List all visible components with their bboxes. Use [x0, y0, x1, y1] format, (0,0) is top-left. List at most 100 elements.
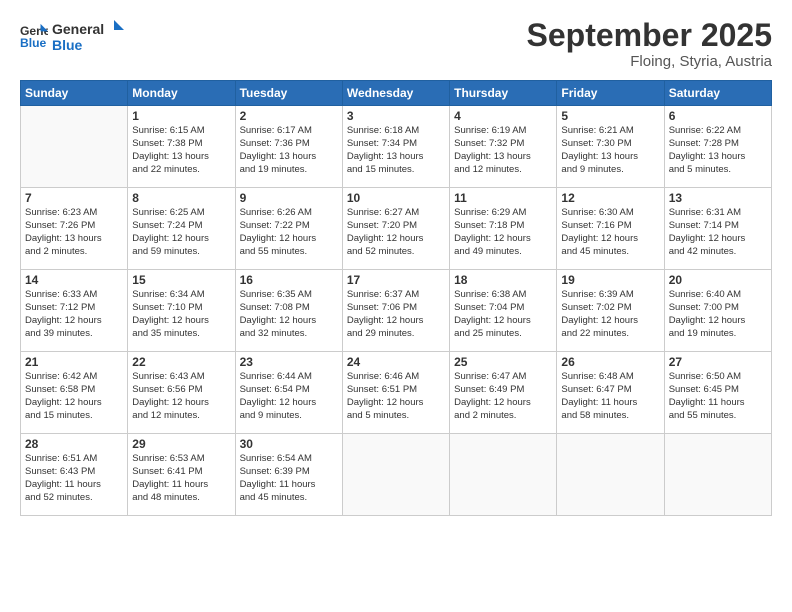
table-row: 17 Sunrise: 6:37 AM Sunset: 7:06 PM Dayli…	[342, 270, 449, 352]
day-info: Sunrise: 6:46 AM Sunset: 6:51 PM Dayligh…	[347, 371, 445, 422]
day-info: Sunrise: 6:30 AM Sunset: 7:16 PM Dayligh…	[561, 207, 659, 258]
day-info: Sunrise: 6:42 AM Sunset: 6:58 PM Dayligh…	[25, 371, 123, 422]
day-number: 6	[669, 109, 767, 123]
table-row: 6 Sunrise: 6:22 AM Sunset: 7:28 PM Daylig…	[664, 106, 771, 188]
day-info: Sunrise: 6:22 AM Sunset: 7:28 PM Dayligh…	[669, 125, 767, 176]
table-row: 7 Sunrise: 6:23 AM Sunset: 7:26 PM Daylig…	[21, 188, 128, 270]
day-number: 2	[240, 109, 338, 123]
day-number: 17	[347, 273, 445, 287]
table-row: 21 Sunrise: 6:42 AM Sunset: 6:58 PM Dayli…	[21, 352, 128, 434]
day-number: 20	[669, 273, 767, 287]
day-number: 3	[347, 109, 445, 123]
table-row: 14Sunrise: 6:33 AM Sunset: 7:12 PM Dayli…	[21, 270, 128, 352]
header-tuesday: Tuesday	[235, 81, 342, 106]
day-info: Sunrise: 6:37 AM Sunset: 7:06 PM Dayligh…	[347, 289, 445, 340]
day-info: Sunrise: 6:29 AM Sunset: 7:18 PM Dayligh…	[454, 207, 552, 258]
table-row: 9Sunrise: 6:26 AM Sunset: 7:22 PM Daylig…	[235, 188, 342, 270]
day-number: 28	[25, 437, 123, 451]
table-row: 26Sunrise: 6:48 AM Sunset: 6:47 PM Dayli…	[557, 352, 664, 434]
logo: General Blue General Blue	[20, 18, 132, 54]
day-info: Sunrise: 6:35 AM Sunset: 7:08 PM Dayligh…	[240, 289, 338, 340]
svg-text:General: General	[52, 21, 104, 37]
title-block: September 2025 Floing, Styria, Austria	[527, 18, 772, 70]
calendar-table: Sunday Monday Tuesday Wednesday Thursday…	[20, 80, 772, 516]
logo-icon: General Blue	[20, 22, 48, 50]
day-number: 21	[25, 355, 123, 369]
table-row: 4 Sunrise: 6:19 AM Sunset: 7:32 PM Daylig…	[450, 106, 557, 188]
table-row: 1 Sunrise: 6:15 AM Sunset: 7:38 PM Daylig…	[128, 106, 235, 188]
table-row: 23Sunrise: 6:44 AM Sunset: 6:54 PM Dayli…	[235, 352, 342, 434]
table-row: 3 Sunrise: 6:18 AM Sunset: 7:34 PM Daylig…	[342, 106, 449, 188]
day-number: 7	[25, 191, 123, 205]
day-info: Sunrise: 6:19 AM Sunset: 7:32 PM Dayligh…	[454, 125, 552, 176]
day-info: Sunrise: 6:44 AM Sunset: 6:54 PM Dayligh…	[240, 371, 338, 422]
header-monday: Monday	[128, 81, 235, 106]
day-info: Sunrise: 6:15 AM Sunset: 7:38 PM Dayligh…	[132, 125, 230, 176]
day-info: Sunrise: 6:17 AM Sunset: 7:36 PM Dayligh…	[240, 125, 338, 176]
day-number: 4	[454, 109, 552, 123]
table-row: 19 Sunrise: 6:39 AM Sunset: 7:02 PM Dayli…	[557, 270, 664, 352]
table-row: 18 Sunrise: 6:38 AM Sunset: 7:04 PM Dayli…	[450, 270, 557, 352]
day-info: Sunrise: 6:53 AM Sunset: 6:41 PM Dayligh…	[132, 453, 230, 504]
table-row: 5 Sunrise: 6:21 AM Sunset: 7:30 PM Daylig…	[557, 106, 664, 188]
day-info: Sunrise: 6:43 AM Sunset: 6:56 PM Dayligh…	[132, 371, 230, 422]
day-number: 11	[454, 191, 552, 205]
table-row: 8Sunrise: 6:25 AM Sunset: 7:24 PM Daylig…	[128, 188, 235, 270]
header-friday: Friday	[557, 81, 664, 106]
day-number: 25	[454, 355, 552, 369]
day-number: 10	[347, 191, 445, 205]
calendar-week-row: 21 Sunrise: 6:42 AM Sunset: 6:58 PM Dayli…	[21, 352, 772, 434]
table-row: 13Sunrise: 6:31 AM Sunset: 7:14 PM Dayli…	[664, 188, 771, 270]
day-number: 13	[669, 191, 767, 205]
table-row: 20 Sunrise: 6:40 AM Sunset: 7:00 PM Dayli…	[664, 270, 771, 352]
location-title: Floing, Styria, Austria	[527, 53, 772, 70]
header: General Blue General Blue September 2025…	[20, 18, 772, 70]
day-info: Sunrise: 6:38 AM Sunset: 7:04 PM Dayligh…	[454, 289, 552, 340]
table-row: 28 Sunrise: 6:51 AM Sunset: 6:43 PM Dayli…	[21, 434, 128, 516]
calendar-week-row: 28 Sunrise: 6:51 AM Sunset: 6:43 PM Dayli…	[21, 434, 772, 516]
day-number: 30	[240, 437, 338, 451]
day-info: Sunrise: 6:26 AM Sunset: 7:22 PM Dayligh…	[240, 207, 338, 258]
day-info: Sunrise: 6:23 AM Sunset: 7:26 PM Dayligh…	[25, 207, 123, 258]
header-thursday: Thursday	[450, 81, 557, 106]
day-info: Sunrise: 6:39 AM Sunset: 7:02 PM Dayligh…	[561, 289, 659, 340]
header-saturday: Saturday	[664, 81, 771, 106]
day-info: Sunrise: 6:25 AM Sunset: 7:24 PM Dayligh…	[132, 207, 230, 258]
day-number: 16	[240, 273, 338, 287]
day-info: Sunrise: 6:47 AM Sunset: 6:49 PM Dayligh…	[454, 371, 552, 422]
day-info: Sunrise: 6:34 AM Sunset: 7:10 PM Dayligh…	[132, 289, 230, 340]
day-number: 19	[561, 273, 659, 287]
day-number: 27	[669, 355, 767, 369]
day-info: Sunrise: 6:21 AM Sunset: 7:30 PM Dayligh…	[561, 125, 659, 176]
table-row	[450, 434, 557, 516]
calendar-page: General Blue General Blue September 2025…	[0, 0, 792, 612]
table-row	[21, 106, 128, 188]
day-number: 14	[25, 273, 123, 287]
calendar-header-row: Sunday Monday Tuesday Wednesday Thursday…	[21, 81, 772, 106]
header-wednesday: Wednesday	[342, 81, 449, 106]
logo-graphic: General Blue	[52, 18, 132, 54]
day-info: Sunrise: 6:50 AM Sunset: 6:45 PM Dayligh…	[669, 371, 767, 422]
table-row: 25 Sunrise: 6:47 AM Sunset: 6:49 PM Dayli…	[450, 352, 557, 434]
table-row: 10Sunrise: 6:27 AM Sunset: 7:20 PM Dayli…	[342, 188, 449, 270]
table-row: 24Sunrise: 6:46 AM Sunset: 6:51 PM Dayli…	[342, 352, 449, 434]
calendar-week-row: 1 Sunrise: 6:15 AM Sunset: 7:38 PM Daylig…	[21, 106, 772, 188]
day-number: 15	[132, 273, 230, 287]
table-row: 15 Sunrise: 6:34 AM Sunset: 7:10 PM Dayli…	[128, 270, 235, 352]
day-number: 5	[561, 109, 659, 123]
calendar-week-row: 14Sunrise: 6:33 AM Sunset: 7:12 PM Dayli…	[21, 270, 772, 352]
table-row: 27 Sunrise: 6:50 AM Sunset: 6:45 PM Dayli…	[664, 352, 771, 434]
svg-text:Blue: Blue	[20, 36, 47, 50]
table-row: 29Sunrise: 6:53 AM Sunset: 6:41 PM Dayli…	[128, 434, 235, 516]
day-number: 22	[132, 355, 230, 369]
table-row: 11 Sunrise: 6:29 AM Sunset: 7:18 PM Dayli…	[450, 188, 557, 270]
day-info: Sunrise: 6:54 AM Sunset: 6:39 PM Dayligh…	[240, 453, 338, 504]
day-info: Sunrise: 6:48 AM Sunset: 6:47 PM Dayligh…	[561, 371, 659, 422]
day-info: Sunrise: 6:40 AM Sunset: 7:00 PM Dayligh…	[669, 289, 767, 340]
table-row: 30 Sunrise: 6:54 AM Sunset: 6:39 PM Dayli…	[235, 434, 342, 516]
day-info: Sunrise: 6:18 AM Sunset: 7:34 PM Dayligh…	[347, 125, 445, 176]
day-number: 18	[454, 273, 552, 287]
day-number: 1	[132, 109, 230, 123]
month-title: September 2025	[527, 18, 772, 53]
day-info: Sunrise: 6:51 AM Sunset: 6:43 PM Dayligh…	[25, 453, 123, 504]
